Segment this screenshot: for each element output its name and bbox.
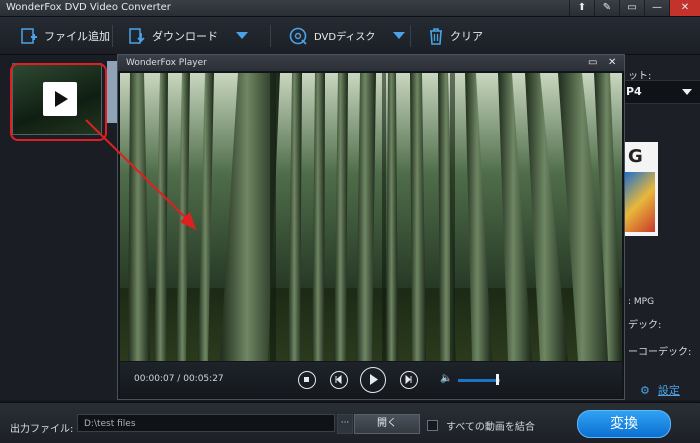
wrench-icon[interactable]: ✎ xyxy=(594,0,619,16)
time-display: 00:00:07 / 00:05:27 xyxy=(134,374,224,384)
chevron-down-icon[interactable] xyxy=(682,89,692,95)
window-controls: ⬆ ✎ ▭ — ✕ xyxy=(569,0,700,16)
info-format: : MPG xyxy=(628,297,655,307)
skip-forward-icon xyxy=(405,374,412,385)
window-title: WonderFox DVD Video Converter xyxy=(6,2,171,13)
time-separator: / xyxy=(177,374,181,384)
output-file-label: 出力ファイル: xyxy=(10,424,74,435)
gear-icon: ⚙ xyxy=(640,383,650,397)
output-path-field[interactable]: D:\test files xyxy=(77,414,335,432)
merge-videos-option[interactable]: すべての動画を結合 xyxy=(427,418,535,433)
merge-checkbox[interactable] xyxy=(427,420,438,431)
maximize-icon[interactable]: ▭ xyxy=(588,55,597,71)
add-files-label: ファイル追加 xyxy=(44,29,110,43)
bamboo-forest-image xyxy=(120,73,622,361)
info-codec: デック: xyxy=(628,320,662,331)
player-window: WonderFox Player ▭ ✕ 00:00:07 / 00:05:27… xyxy=(117,54,625,400)
chat-icon[interactable]: ▭ xyxy=(619,0,644,16)
current-time: 00:00:07 xyxy=(134,374,175,384)
toolbar-separator xyxy=(270,25,271,47)
player-close-icon[interactable]: ✕ xyxy=(608,55,616,71)
player-titlebar: WonderFox Player xyxy=(118,55,624,71)
clear-button[interactable]: クリア xyxy=(428,17,483,54)
download-label: ダウンロード xyxy=(152,29,218,43)
stop-icon xyxy=(304,377,309,382)
add-files-button[interactable]: ファイル追加 xyxy=(20,17,110,54)
settings-label: 設定 xyxy=(657,384,680,397)
next-button[interactable] xyxy=(400,371,418,389)
toolbar-separator xyxy=(112,25,113,47)
upload-icon[interactable]: ⬆ xyxy=(569,0,594,16)
video-frame[interactable] xyxy=(120,73,622,361)
play-icon xyxy=(370,374,378,385)
duration: 00:05:27 xyxy=(183,374,224,384)
chevron-down-icon[interactable] xyxy=(393,32,406,39)
download-button[interactable]: ダウンロード xyxy=(128,17,248,54)
info-audio-codec: ーコーデック: xyxy=(628,347,692,358)
output-format-value: P4 xyxy=(626,85,642,98)
add-file-icon xyxy=(21,27,37,44)
volume-icon[interactable]: 🔈 xyxy=(440,373,452,384)
main-toolbar: ファイル追加 ダウンロード DVDディスク クリア xyxy=(0,17,700,55)
play-button[interactable] xyxy=(360,367,386,393)
clear-label: クリア xyxy=(450,29,483,43)
format-icon[interactable]: G xyxy=(622,142,658,236)
merge-label: すべての動画を結合 xyxy=(446,422,535,433)
minimize-button[interactable]: — xyxy=(644,0,669,16)
skip-back-icon xyxy=(335,374,342,385)
download-icon xyxy=(129,27,145,44)
toolbar-separator xyxy=(410,25,411,47)
format-artwork xyxy=(625,172,655,232)
previous-button[interactable] xyxy=(330,371,348,389)
player-title: WonderFox Player xyxy=(126,58,207,68)
player-controls: 00:00:07 / 00:05:27 🔈 xyxy=(120,362,622,398)
trash-icon xyxy=(430,27,442,45)
convert-button[interactable]: 変換 xyxy=(577,410,671,438)
highlight-box xyxy=(10,63,107,141)
dvd-disc-label: DVDディスク xyxy=(314,32,376,43)
open-folder-button[interactable]: 開く xyxy=(354,414,420,434)
output-format-select[interactable]: P4 xyxy=(618,80,700,104)
browse-button[interactable]: ··· xyxy=(337,414,353,434)
dvd-disc-button[interactable]: DVDディスク xyxy=(288,17,406,54)
chevron-down-icon[interactable] xyxy=(236,32,248,39)
close-button[interactable]: ✕ xyxy=(669,0,700,16)
volume-slider[interactable] xyxy=(458,379,500,382)
settings-button[interactable]: ⚙ 設定 xyxy=(640,382,680,398)
stop-button[interactable] xyxy=(298,371,316,389)
disc-icon xyxy=(289,27,307,45)
format-icon-text: G xyxy=(628,146,643,167)
volume-handle[interactable] xyxy=(496,374,499,385)
window-titlebar: WonderFox DVD Video Converter ⬆ ✎ ▭ — ✕ xyxy=(0,0,700,17)
